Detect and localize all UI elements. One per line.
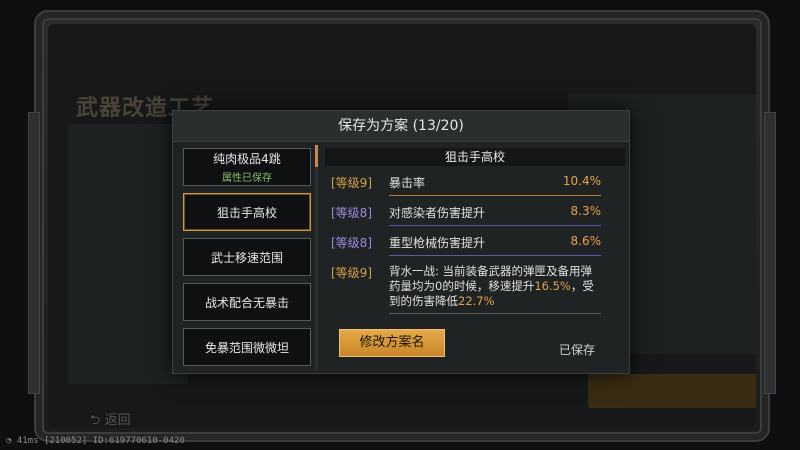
special-attribute-row: [等级9] 背水一战: 当前装备武器的弹匣及备用弹药量均为0的时候，移速提升16… [325, 264, 625, 314]
attribute-value: 10.4% [562, 174, 601, 188]
scheme-name: 武士移速范围 [210, 250, 283, 265]
modal-title: 保存为方案 (13/20) [173, 111, 629, 142]
scheme-name: 狙击手高校 [216, 205, 277, 220]
back-button[interactable]: ⮌ 返回 [90, 409, 131, 428]
attribute-name: 对感染者伤害提升 [389, 206, 486, 220]
scheme-item-selected[interactable]: 狙击手高校 [183, 193, 311, 231]
scheme-name: 免暴范围微微坦 [204, 340, 289, 355]
user-id: [210052] ID:619770610-0420 [43, 436, 185, 446]
status-bar: ◔ 41ms [210052] ID:619770610-0420 [6, 436, 185, 446]
attribute-level: [等级8] [331, 206, 372, 220]
special-attribute-description: 背水一战: 当前装备武器的弹匣及备用弹药量均为0的时候，移速提升16.5%，受到… [389, 264, 601, 314]
scheme-name: 纯肉极品4跳 [213, 152, 281, 166]
frame-left-tab [28, 112, 40, 394]
attribute-row: [等级9] 暴击率 10.4% [325, 174, 625, 196]
attribute-value: 8.3% [570, 204, 602, 218]
scheme-saved-status: 属性已保存 [222, 173, 272, 184]
frame-right-tab [764, 112, 776, 394]
back-arrow-icon: ⮌ [90, 413, 101, 428]
attribute-name: 暴击率 [389, 176, 426, 190]
background-action-button [588, 374, 756, 408]
special-attribute-level: [等级9] [331, 266, 372, 280]
attribute-row: [等级8] 对感染者伤害提升 8.3% [325, 204, 625, 226]
scheme-name: 战术配合无暴击 [204, 295, 289, 310]
attribute-row: [等级8] 重型枪械伤害提升 8.6% [325, 234, 625, 256]
attribute-level: [等级8] [331, 236, 372, 250]
special-value-damage-reduction: 22.7% [458, 294, 495, 308]
attribute-value: 8.6% [570, 234, 602, 248]
detail-title: 狙击手高校 [325, 148, 625, 166]
saved-status-label: 已保存 [559, 343, 596, 357]
rename-scheme-button[interactable]: 修改方案名 [339, 329, 445, 357]
scheme-list: 纯肉极品4跳 属性已保存 狙击手高校 武士移速范围 战术配合无暴击 免暴范围微微… [183, 148, 311, 373]
save-scheme-modal: 保存为方案 (13/20) 纯肉极品4跳 属性已保存 狙击手高校 武士移速范围 … [172, 110, 630, 374]
attribute-level: [等级9] [331, 176, 372, 190]
scheme-item[interactable]: 免暴范围微微坦 [183, 328, 311, 366]
background-panel [68, 124, 188, 384]
attribute-name: 重型枪械伤害提升 [389, 236, 486, 250]
back-label: 返回 [104, 413, 131, 428]
scheme-item[interactable]: 武士移速范围 [183, 238, 311, 276]
scheme-list-scrollbar[interactable] [315, 145, 318, 370]
wifi-icon: ◔ [6, 436, 12, 446]
scheme-item[interactable]: 纯肉极品4跳 属性已保存 [183, 148, 311, 186]
scrollbar-thumb[interactable] [315, 145, 318, 167]
scheme-item[interactable]: 战术配合无暴击 [183, 283, 311, 321]
special-value-move-speed: 16.5% [534, 279, 571, 293]
ping-value: 41ms [16, 436, 39, 446]
